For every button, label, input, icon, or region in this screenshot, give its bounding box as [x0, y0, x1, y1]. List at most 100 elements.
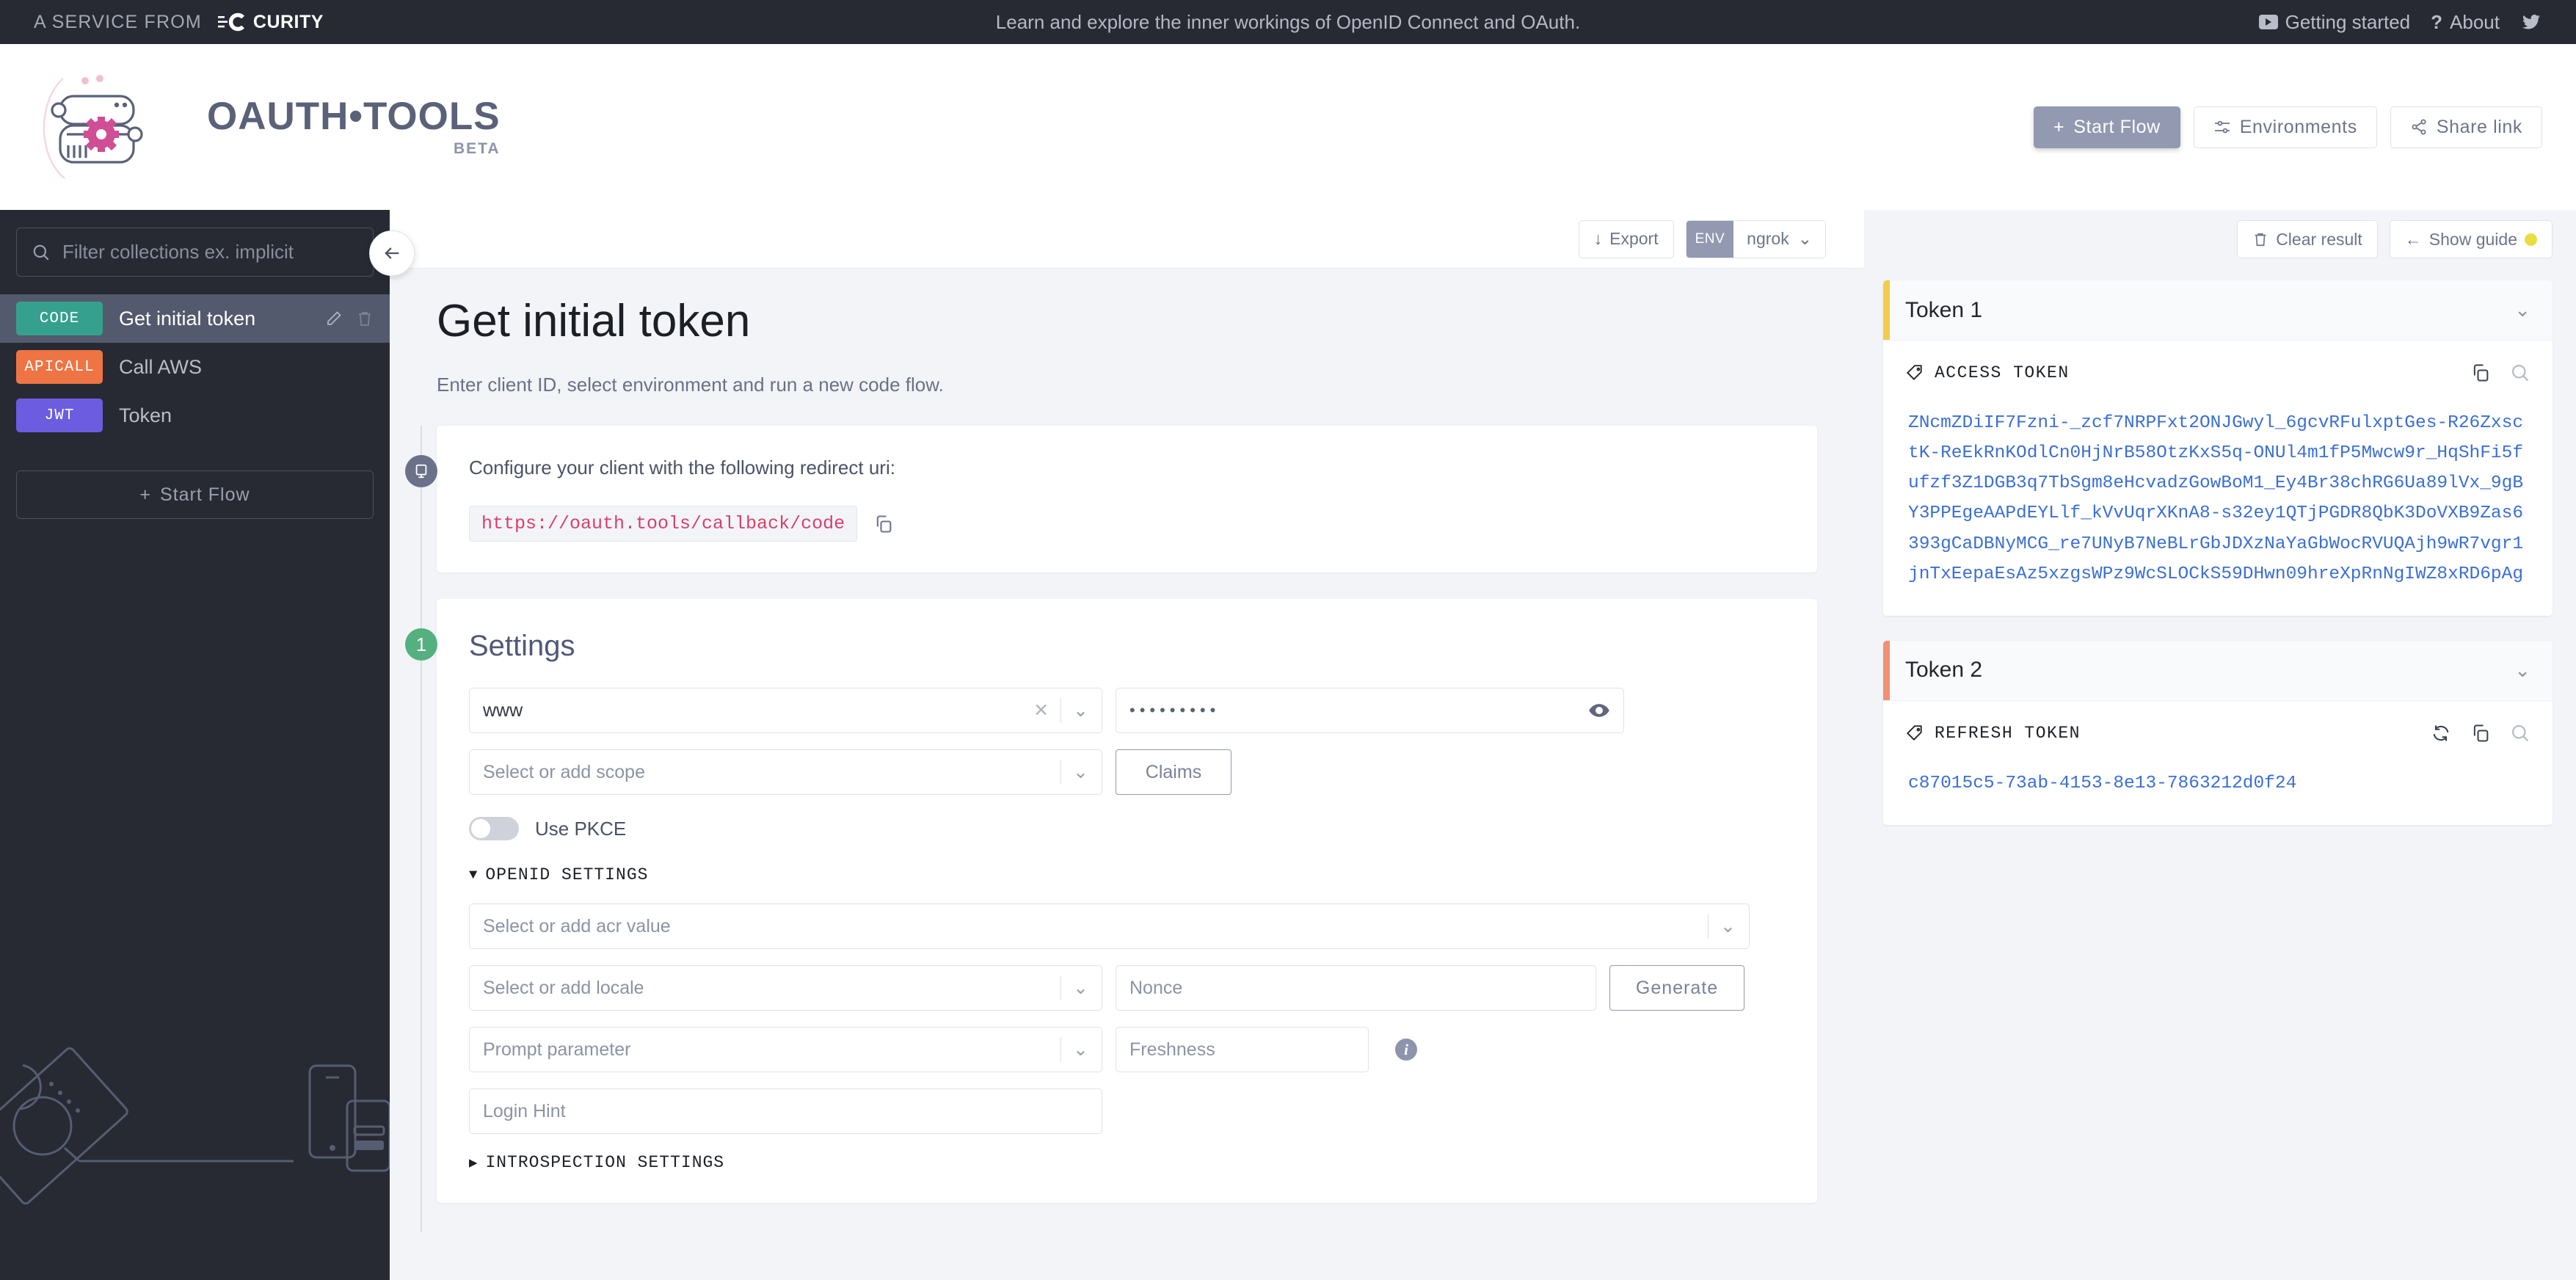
- export-button[interactable]: ↓ Export: [1579, 220, 1674, 258]
- token-1-title: Token 1: [1905, 298, 1982, 323]
- redirect-uri-value: https://oauth.tools/callback/code: [469, 506, 857, 542]
- environments-button[interactable]: Environments: [2194, 106, 2377, 148]
- login-hint-placeholder: Login Hint: [483, 1101, 566, 1122]
- chevron-down-icon[interactable]: ⌄: [1720, 915, 1736, 937]
- clear-icon[interactable]: ✕: [1033, 699, 1049, 721]
- topbar-right-group: Getting started ? About: [2259, 11, 2576, 34]
- chevron-down-icon[interactable]: ⌄: [2514, 299, 2530, 321]
- token-2-body: REFRESH TOKEN: [1883, 701, 2553, 825]
- env-value[interactable]: ngrok ⌄: [1733, 221, 1825, 258]
- filter-collections-field[interactable]: [16, 228, 374, 277]
- clear-result-label: Clear result: [2276, 230, 2362, 250]
- oauth-tools-logo[interactable]: OAUTH•TOOLS BETA: [34, 68, 501, 186]
- edit-icon[interactable]: [325, 310, 343, 327]
- nonce-field[interactable]: Nonce: [1116, 965, 1596, 1011]
- locale-field[interactable]: Select or add locale ⌄: [469, 965, 1102, 1011]
- sidebar-item-token[interactable]: JWT Token: [0, 391, 390, 440]
- results-toolbar: Clear result ← Show guide: [1883, 210, 2553, 258]
- env-tag-label: ENV: [1687, 221, 1734, 258]
- client-secret-field[interactable]: •••••••••: [1116, 688, 1624, 733]
- env-value-label: ngrok: [1747, 229, 1789, 249]
- tag-icon: [1905, 724, 1924, 743]
- client-id-field[interactable]: www ✕ ⌄: [469, 688, 1102, 733]
- chevron-down-icon[interactable]: ⌄: [1073, 761, 1088, 783]
- acr-value-field[interactable]: Select or add acr value ⌄: [469, 903, 1750, 949]
- clear-result-button[interactable]: Clear result: [2237, 220, 2378, 258]
- status-dot: [2525, 233, 2537, 246]
- refresh-token-value[interactable]: c87015c5-73ab-4153-8e13-7863212d0f24: [1905, 768, 2530, 799]
- token-card-1: Token 1 ⌄ ACCESS TOKEN: [1883, 280, 2553, 616]
- share-link-button[interactable]: Share link: [2390, 106, 2542, 148]
- curity-mark-icon: [218, 12, 247, 32]
- results-panel: Clear result ← Show guide Token 1 ⌄: [1864, 210, 2576, 1280]
- about-link[interactable]: ? About: [2431, 11, 2500, 34]
- claims-button[interactable]: Claims: [1116, 749, 1231, 795]
- plus-icon: +: [2053, 117, 2064, 138]
- introspection-settings-disclosure[interactable]: ▶ INTROSPECTION SETTINGS: [469, 1153, 1785, 1172]
- search-input[interactable]: [62, 241, 358, 263]
- introspection-settings-label: INTROSPECTION SETTINGS: [485, 1153, 724, 1172]
- openid-settings-label: OPENID SETTINGS: [485, 865, 648, 884]
- show-guide-button[interactable]: ← Show guide: [2390, 220, 2553, 258]
- sidebar-start-flow-button[interactable]: + Start Flow: [16, 470, 374, 519]
- redirect-uri-row: https://oauth.tools/callback/code: [469, 506, 1785, 542]
- sidebar-item-call-aws[interactable]: APICALL Call AWS: [0, 343, 390, 391]
- acr-controls: ⌄: [1708, 914, 1736, 939]
- about-label: About: [2450, 11, 2500, 34]
- getting-started-label: Getting started: [2285, 11, 2411, 34]
- scope-field[interactable]: Select or add scope ⌄: [469, 749, 1102, 795]
- copy-icon[interactable]: [2470, 363, 2491, 383]
- client-secret-value: •••••••••: [1129, 701, 1220, 720]
- environment-selector[interactable]: ENV ngrok ⌄: [1686, 220, 1826, 258]
- use-pkce-label: Use PKCE: [535, 818, 626, 840]
- caret-right-icon: ▶: [469, 1154, 478, 1171]
- reveal-secret-wrap: [1588, 699, 1610, 721]
- use-pkce-toggle[interactable]: [469, 817, 519, 840]
- copy-icon[interactable]: [873, 514, 894, 534]
- curity-logo[interactable]: CURITY: [218, 12, 324, 33]
- copy-icon[interactable]: [2470, 723, 2491, 743]
- collapse-sidebar-button[interactable]: [369, 230, 415, 276]
- token-2-header[interactable]: Token 2 ⌄: [1883, 641, 2553, 701]
- divider: [1708, 914, 1709, 939]
- flow-toolbar: ↓ Export ENV ngrok ⌄: [390, 210, 1864, 269]
- login-hint-row: Login Hint: [469, 1088, 1785, 1134]
- search-icon[interactable]: [2510, 363, 2530, 383]
- refresh-token-label: REFRESH TOKEN: [1935, 724, 2081, 743]
- refresh-icon[interactable]: [2431, 723, 2451, 743]
- brand-bar: OAUTH•TOOLS BETA + Start Flow Environmen…: [0, 44, 2576, 210]
- login-hint-field[interactable]: Login Hint: [469, 1088, 1102, 1134]
- start-flow-button[interactable]: + Start Flow: [2034, 106, 2180, 148]
- divider: [1060, 1037, 1061, 1062]
- tag-icon: [1905, 363, 1924, 382]
- generate-nonce-button[interactable]: Generate: [1609, 965, 1744, 1011]
- collection-label: Get initial token: [119, 308, 255, 330]
- start-flow-label: Start Flow: [2073, 117, 2161, 138]
- chevron-down-icon[interactable]: ⌄: [2514, 659, 2530, 682]
- token-1-body: ACCESS TOKEN ZN: [1883, 341, 2553, 616]
- getting-started-link[interactable]: Getting started: [2259, 11, 2411, 34]
- access-token-value[interactable]: ZNcmZDiIF7Fzni-_zcf7NRPFxt2ONJGwyl_6gcvR…: [1905, 408, 2530, 589]
- chevron-down-icon[interactable]: ⌄: [1073, 977, 1088, 999]
- freshness-field[interactable]: Freshness: [1116, 1027, 1369, 1072]
- twitter-link[interactable]: [2520, 12, 2542, 32]
- info-icon[interactable]: i: [1395, 1039, 1417, 1061]
- filter-wrapper: [0, 210, 390, 294]
- trash-icon: [2252, 231, 2268, 247]
- arrow-left-icon: [382, 243, 402, 263]
- chevron-down-icon[interactable]: ⌄: [1073, 1039, 1088, 1061]
- locale-controls: ⌄: [1060, 975, 1088, 1000]
- openid-settings-disclosure[interactable]: ▼ OPENID SETTINGS: [469, 865, 1785, 884]
- chevron-down-icon[interactable]: ⌄: [1073, 699, 1088, 721]
- search-icon[interactable]: [2510, 723, 2530, 743]
- eye-icon[interactable]: [1588, 699, 1610, 721]
- client-id-controls: ✕ ⌄: [1033, 698, 1088, 723]
- acr-placeholder: Select or add acr value: [483, 916, 671, 937]
- share-link-label: Share link: [2437, 117, 2522, 138]
- sidebar-item-get-initial-token[interactable]: CODE Get initial token: [0, 294, 390, 343]
- redirect-instruction: Configure your client with the following…: [469, 457, 1785, 479]
- caret-down-icon: ▼: [469, 867, 478, 883]
- trash-icon[interactable]: [356, 310, 374, 327]
- token-1-header[interactable]: Token 1 ⌄: [1883, 280, 2553, 341]
- prompt-parameter-field[interactable]: Prompt parameter ⌄: [469, 1027, 1102, 1072]
